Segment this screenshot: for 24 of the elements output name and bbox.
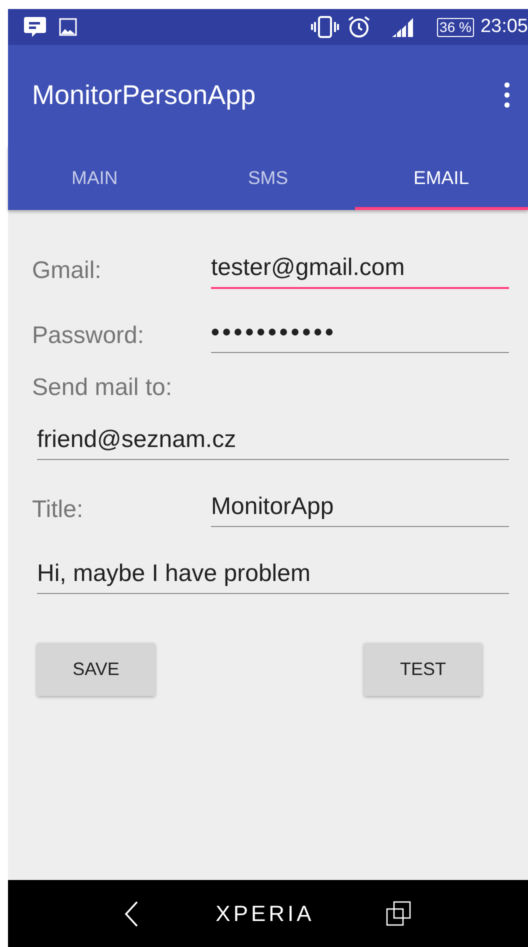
- field-label: Gmail:: [32, 256, 102, 286]
- recent-apps-icon[interactable]: [386, 900, 412, 926]
- input-field[interactable]: MonitorApp: [211, 492, 509, 527]
- field-label: Send mail to:: [32, 373, 174, 403]
- vibrate-icon: [310, 16, 339, 38]
- image-icon: [59, 18, 77, 36]
- input-field[interactable]: Hi, maybe I have problem: [37, 559, 509, 594]
- app-title: MonitorPersonApp: [32, 80, 257, 110]
- field-label: Title:: [32, 494, 84, 524]
- input-field[interactable]: •••••••••••: [211, 318, 509, 353]
- alarm-clock-icon: [346, 15, 371, 39]
- signal-icon: [390, 16, 415, 38]
- action-button[interactable]: SAVE: [37, 643, 155, 696]
- back-icon[interactable]: [124, 900, 138, 926]
- input-field[interactable]: tester@gmail.com: [211, 253, 509, 289]
- input-field[interactable]: friend@seznam.cz: [37, 425, 509, 460]
- tab[interactable]: SMS: [181, 145, 355, 210]
- clock-time: 23:05: [480, 16, 528, 38]
- field-label: Password:: [32, 320, 146, 350]
- brand-logo: XPERIA: [216, 900, 314, 926]
- message-icon: [23, 16, 47, 38]
- action-button[interactable]: TEST: [364, 643, 482, 696]
- battery-indicator: 36 %: [436, 18, 474, 36]
- tab[interactable]: MAIN: [8, 145, 182, 210]
